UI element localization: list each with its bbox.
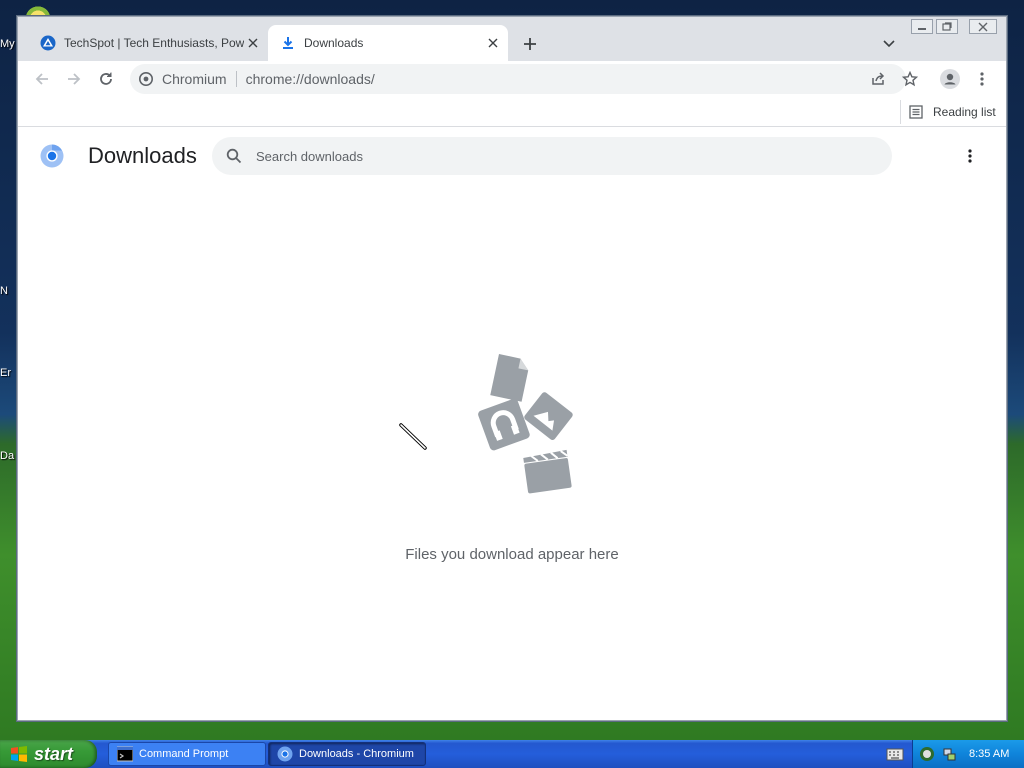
profile-button[interactable] bbox=[938, 67, 962, 91]
tab-strip: TechSpot | Tech Enthusiasts, Power Downl… bbox=[18, 17, 1006, 61]
arrow-right-icon bbox=[68, 73, 81, 85]
reload-icon bbox=[100, 72, 112, 85]
image-icon bbox=[524, 392, 573, 440]
page-header: Downloads bbox=[18, 128, 1006, 184]
taskbar-item-label: Downloads - Chromium bbox=[299, 748, 414, 760]
keyboard-layout-icon[interactable] bbox=[886, 746, 904, 762]
search-input[interactable] bbox=[256, 148, 856, 164]
chromium-icon bbox=[277, 746, 293, 762]
new-tab-button[interactable] bbox=[519, 33, 541, 55]
maximize-button[interactable] bbox=[936, 19, 958, 34]
chevron-down-icon bbox=[883, 40, 895, 48]
downloads-page: Downloads Search downloads Files you dow… bbox=[18, 128, 1006, 720]
browser-window: TechSpot | Tech Enthusiasts, Power Downl… bbox=[17, 16, 1007, 721]
system-tray: 8:35 AM bbox=[912, 740, 1024, 768]
browser-menu-button[interactable] bbox=[970, 67, 994, 91]
arrow-left-icon bbox=[35, 73, 48, 85]
kebab-menu-icon bbox=[980, 72, 984, 86]
plus-icon bbox=[524, 38, 536, 50]
command-prompt-icon bbox=[117, 746, 133, 762]
divider bbox=[235, 71, 237, 87]
star-icon bbox=[902, 71, 918, 87]
download-icon bbox=[280, 35, 296, 51]
toolbar: Chromium chrome://downloads/ bbox=[18, 61, 1006, 97]
share-button[interactable] bbox=[866, 67, 890, 91]
reading-list-button[interactable]: Reading list bbox=[900, 100, 996, 124]
tab-downloads[interactable]: Downloads bbox=[268, 25, 508, 61]
page-menu-button[interactable] bbox=[958, 144, 982, 168]
search-icon bbox=[224, 146, 244, 166]
taskbar-item-label: Command Prompt bbox=[139, 748, 229, 760]
tab-title: TechSpot | Tech Enthusiasts, Power bbox=[64, 36, 244, 50]
close-tab-icon[interactable] bbox=[244, 34, 262, 52]
forward-button[interactable] bbox=[62, 67, 86, 91]
back-button[interactable] bbox=[30, 67, 54, 91]
tab-techspot[interactable]: TechSpot | Tech Enthusiasts, Power bbox=[28, 25, 268, 61]
desktop-icon-label[interactable]: Da bbox=[0, 450, 18, 462]
document-icon bbox=[490, 354, 529, 402]
empty-state-message: Files you download appear here bbox=[405, 546, 619, 563]
desktop-icon-label[interactable]: My bbox=[0, 38, 18, 50]
minimize-icon bbox=[918, 27, 926, 30]
minimize-button[interactable] bbox=[911, 19, 933, 34]
search-bar[interactable] bbox=[212, 137, 892, 175]
reading-list-label: Reading list bbox=[933, 105, 996, 119]
avatar-icon bbox=[940, 69, 960, 89]
clock[interactable]: 8:35 AM bbox=[969, 748, 1009, 760]
bookmarks-bar: Reading list bbox=[18, 97, 1006, 127]
windows-logo-icon bbox=[11, 746, 27, 762]
taskbar: start Command Prompt Downloads - Chromiu… bbox=[0, 740, 1024, 768]
start-button[interactable]: start bbox=[0, 740, 97, 768]
techspot-favicon bbox=[40, 35, 56, 51]
taskbar-item-command-prompt[interactable]: Command Prompt bbox=[108, 742, 266, 766]
page-title: Downloads bbox=[88, 143, 197, 168]
taskbar-item-chromium[interactable]: Downloads - Chromium bbox=[268, 742, 426, 766]
audio-file-icon bbox=[478, 398, 530, 451]
mouse-cursor-icon bbox=[399, 423, 427, 450]
chromium-logo bbox=[40, 144, 64, 168]
url-text[interactable]: chrome://downloads/ bbox=[246, 71, 375, 87]
empty-downloads-illustration bbox=[478, 354, 573, 494]
tab-search-button[interactable] bbox=[878, 33, 900, 55]
share-icon bbox=[872, 72, 885, 85]
site-name: Chromium bbox=[162, 71, 227, 87]
desktop-icon-label[interactable]: N bbox=[0, 285, 18, 297]
desktop-icon-label[interactable]: Er bbox=[0, 367, 18, 379]
tab-title: Downloads bbox=[304, 36, 364, 50]
close-tab-icon[interactable] bbox=[484, 34, 502, 52]
start-label: start bbox=[34, 743, 74, 764]
video-file-icon bbox=[523, 449, 572, 494]
security-shield-icon[interactable] bbox=[919, 746, 935, 762]
close-icon bbox=[978, 22, 988, 31]
reading-list-icon bbox=[909, 104, 925, 120]
network-icon[interactable] bbox=[941, 746, 957, 762]
chromium-icon bbox=[138, 71, 154, 87]
close-window-button[interactable] bbox=[969, 19, 997, 34]
kebab-menu-icon bbox=[968, 149, 972, 163]
reload-button[interactable] bbox=[94, 67, 118, 91]
address-bar[interactable]: Chromium chrome://downloads/ bbox=[130, 64, 906, 94]
bookmark-button[interactable] bbox=[898, 67, 922, 91]
restore-icon bbox=[942, 21, 952, 31]
